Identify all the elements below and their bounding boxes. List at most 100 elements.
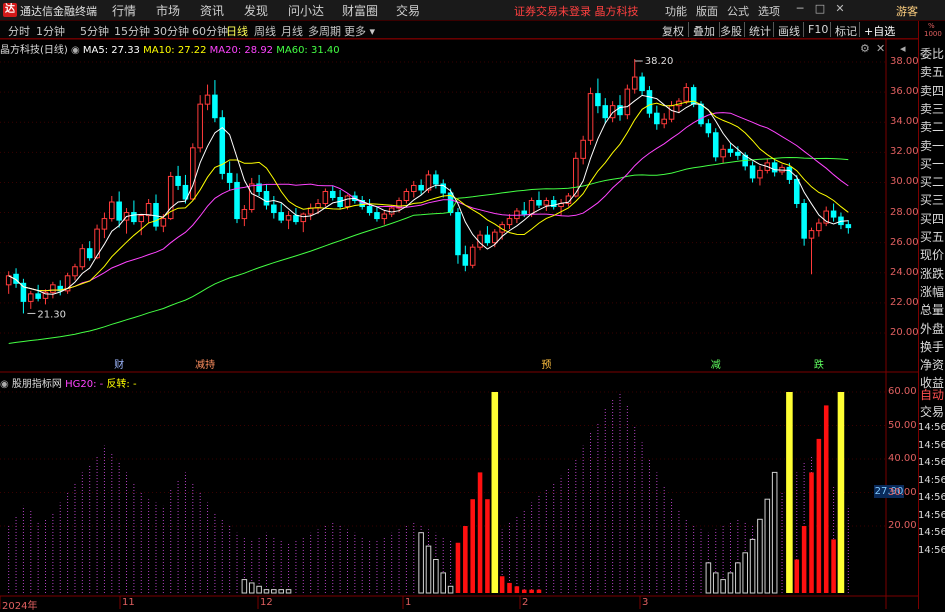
candle-body: [374, 212, 380, 220]
side-label[interactable]: 现价: [920, 246, 944, 263]
red-bar: [477, 472, 483, 593]
side-label[interactable]: 委比: [920, 45, 944, 62]
candle-body: [204, 94, 211, 105]
low-label: 21.30: [37, 309, 66, 320]
side-label[interactable]: 净资: [920, 356, 944, 373]
candle-body: [153, 203, 159, 227]
trade-time: 14:56: [918, 422, 945, 433]
candle-body: [101, 218, 108, 230]
candle-body: [241, 209, 248, 220]
candle-body: [190, 147, 196, 200]
white-bar: [256, 585, 262, 594]
side-label[interactable]: 换手: [920, 338, 944, 355]
chart-canvas[interactable]: 38.20 21.30 财 减持 预 减 跌: [0, 0, 945, 609]
side-label[interactable]: 卖二: [920, 118, 944, 135]
white-bar: [749, 538, 756, 594]
side-label[interactable]: 外盘: [920, 320, 944, 337]
ma10-line: [8, 100, 849, 292]
candle-body: [528, 200, 535, 215]
candle-body: [197, 103, 203, 149]
candle-body: [543, 200, 550, 206]
side-label[interactable]: 卖五: [920, 63, 944, 80]
price-tick-label: 28.00: [890, 206, 919, 218]
side-label[interactable]: 买二: [920, 173, 944, 190]
price-tick-label: 24.00: [890, 266, 919, 278]
yellow-bar: [837, 392, 845, 593]
candle-body: [661, 118, 667, 125]
candle-body: [145, 203, 152, 217]
candle-body: [698, 103, 704, 125]
red-bar: [831, 539, 836, 593]
candle-body: [263, 190, 270, 206]
event-marker: 财: [114, 358, 124, 371]
side-label[interactable]: 买五: [920, 228, 944, 245]
side-label[interactable]: 卖一: [920, 137, 944, 154]
trade-time: 14:56: [918, 492, 945, 503]
ma5-line: [8, 94, 849, 295]
side-label[interactable]: 买一: [920, 155, 944, 172]
candle-body: [793, 178, 800, 205]
candle-body: [86, 248, 93, 259]
candle-body: [381, 213, 388, 220]
red-bar: [823, 405, 829, 593]
candle-body: [727, 148, 734, 153]
price-tick-label: 30.00: [890, 176, 919, 188]
red-bar: [463, 526, 468, 593]
side-label[interactable]: 涨跌: [920, 265, 944, 282]
candle-body: [786, 166, 793, 180]
candle-body: [830, 210, 837, 218]
time-tick-label: 1: [405, 597, 412, 608]
candle-body: [433, 174, 439, 185]
time-tick-label: 2: [522, 597, 529, 608]
white-bar: [742, 552, 748, 594]
white-bar: [241, 579, 248, 594]
white-bar: [263, 589, 270, 594]
candle-body: [160, 218, 167, 227]
candle-body: [668, 105, 675, 120]
red-bar: [521, 589, 527, 593]
red-bar: [536, 589, 542, 593]
candle-body: [329, 190, 336, 199]
candle-body: [484, 234, 491, 244]
candle-body: [271, 204, 277, 214]
candle-body: [536, 200, 542, 206]
time-tick-label: 12: [260, 597, 273, 608]
side-label[interactable]: 买四: [920, 210, 944, 227]
side-label[interactable]: 总量: [920, 301, 944, 318]
trade-time: 14:56: [918, 457, 945, 468]
white-bar: [440, 572, 447, 594]
side-label[interactable]: 卖三: [920, 100, 944, 117]
candle-body: [20, 282, 27, 302]
side-action-label[interactable]: 自动: [920, 386, 944, 403]
candle-body: [587, 93, 594, 141]
price-tick-label: 38.00: [890, 56, 919, 67]
side-label[interactable]: 卖四: [920, 82, 944, 99]
white-bar: [278, 589, 284, 594]
white-bar: [757, 518, 763, 594]
side-label[interactable]: 涨幅: [920, 283, 944, 300]
white-bar: [712, 572, 719, 594]
candle-body: [248, 183, 255, 211]
trade-time: 14:56: [918, 527, 945, 538]
candle-body: [410, 184, 417, 192]
indicator-tick-label: 40.00: [888, 453, 917, 464]
candle-body: [131, 212, 137, 223]
white-bar: [735, 562, 741, 594]
side-label[interactable]: 买三: [920, 191, 944, 208]
candle-body: [639, 76, 645, 92]
white-bar: [727, 572, 734, 594]
candle-body: [816, 222, 822, 232]
time-tick-label: 3: [642, 597, 649, 608]
candle-body: [285, 215, 292, 221]
candle-body: [462, 254, 469, 266]
red-bar: [470, 499, 475, 593]
price-tick-label: 36.00: [890, 86, 919, 98]
candle-body: [175, 175, 181, 186]
event-marker: 跌: [814, 358, 824, 371]
candle-body: [418, 184, 424, 191]
white-bar: [764, 498, 771, 594]
candle-body: [469, 246, 476, 266]
candle-body: [27, 293, 34, 302]
candle-body: [631, 76, 638, 90]
side-action-label[interactable]: 交易: [920, 403, 944, 420]
